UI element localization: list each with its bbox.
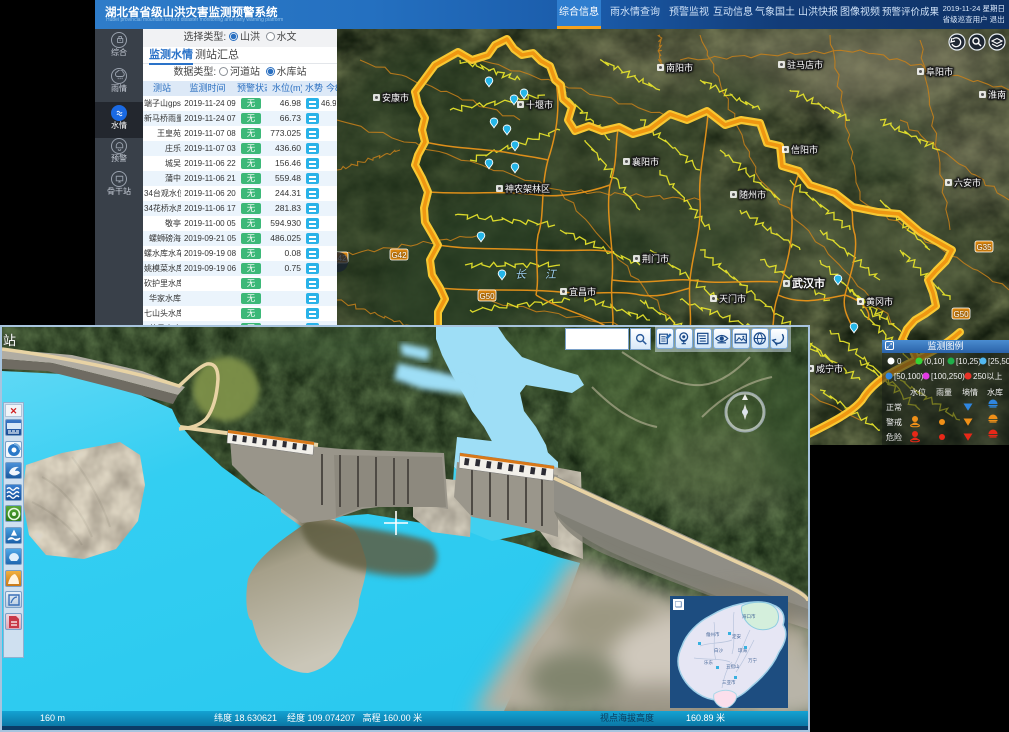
svg-text:乐东: 乐东 xyxy=(704,659,713,665)
svg-text:(0,10]: (0,10] xyxy=(924,357,944,366)
svg-text:白沙: 白沙 xyxy=(714,647,723,654)
svg-text:随州市: 随州市 xyxy=(739,189,766,200)
svg-text:万宁: 万宁 xyxy=(748,657,757,664)
svg-text:海口市: 海口市 xyxy=(742,613,756,620)
svg-text:0: 0 xyxy=(897,357,902,366)
svg-text:G50: G50 xyxy=(479,292,495,301)
svg-text:安康市: 安康市 xyxy=(382,92,409,103)
svg-text:驻马店市: 驻马店市 xyxy=(787,59,823,70)
svg-text:250以上: 250以上 xyxy=(973,372,1002,381)
svg-text:G50: G50 xyxy=(953,310,969,319)
svg-text:[50,100): [50,100) xyxy=(894,372,924,381)
svg-text:G35: G35 xyxy=(976,243,992,252)
svg-text:三亚市: 三亚市 xyxy=(722,679,736,686)
svg-text:咸宁市: 咸宁市 xyxy=(816,363,843,374)
svg-text:六安市: 六安市 xyxy=(954,177,981,188)
svg-text:长 江: 长 江 xyxy=(515,268,564,281)
svg-text:阜阳市: 阜阳市 xyxy=(926,66,953,77)
svg-text:五指山: 五指山 xyxy=(726,663,740,670)
svg-text:襄阳市: 襄阳市 xyxy=(632,156,659,167)
svg-text:黄冈市: 黄冈市 xyxy=(866,296,893,307)
svg-text:十堰市: 十堰市 xyxy=(526,99,553,110)
svg-text:[10,25): [10,25) xyxy=(956,357,981,366)
svg-text:正常: 正常 xyxy=(886,403,902,412)
svg-text:武汉市: 武汉市 xyxy=(792,276,825,290)
svg-text:天门市: 天门市 xyxy=(719,293,746,304)
svg-text:[100,250): [100,250) xyxy=(931,372,965,381)
svg-text:南阳市: 南阳市 xyxy=(666,62,693,73)
svg-text:信阳市: 信阳市 xyxy=(791,144,818,155)
svg-text:G42: G42 xyxy=(391,251,407,260)
svg-text:水位: 水位 xyxy=(910,387,926,397)
svg-text:神农架林区: 神农架林区 xyxy=(505,183,550,194)
svg-text:水库: 水库 xyxy=(987,387,1003,397)
svg-text:荆门市: 荆门市 xyxy=(642,253,669,264)
svg-text:墒情: 墒情 xyxy=(962,387,978,397)
svg-text:[25,50: [25,50 xyxy=(988,357,1009,366)
svg-text:定安: 定安 xyxy=(732,633,741,640)
svg-text:宜昌市: 宜昌市 xyxy=(569,286,596,297)
svg-text:儋州市: 儋州市 xyxy=(706,631,720,638)
svg-text:警戒: 警戒 xyxy=(886,417,902,427)
svg-text:淮南: 淮南 xyxy=(988,89,1006,100)
svg-text:雨量: 雨量 xyxy=(936,388,952,397)
svg-text:危险: 危险 xyxy=(886,432,902,442)
